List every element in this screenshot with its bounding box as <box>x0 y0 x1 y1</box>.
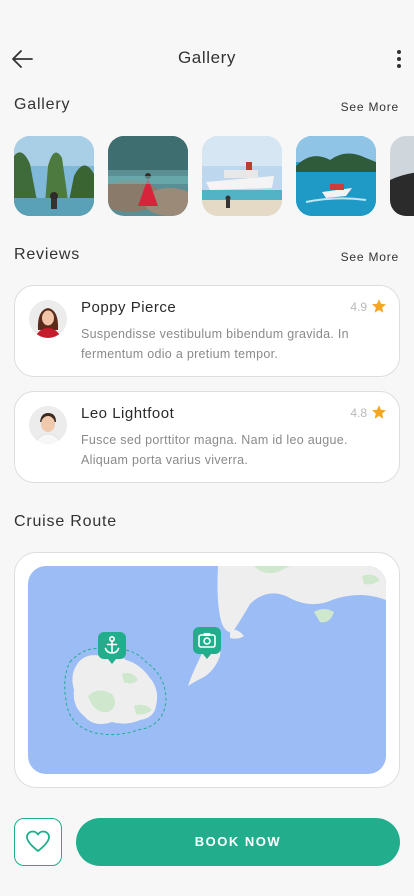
avatar <box>29 406 67 444</box>
favorite-button[interactable] <box>14 818 62 866</box>
book-now-button[interactable]: BOOK NOW <box>76 818 400 866</box>
gallery-strip[interactable] <box>14 136 414 216</box>
more-menu-button[interactable] <box>390 46 408 72</box>
avatar <box>29 300 67 338</box>
review-card[interactable]: Poppy Pierce 4.9 Suspendisse vestibulum … <box>14 285 400 377</box>
review-text: Suspendisse vestibulum bibendum gravida.… <box>81 327 349 361</box>
gallery-section-title: Gallery <box>14 96 71 113</box>
star-icon <box>372 405 386 419</box>
gallery-see-more-link[interactable]: See More <box>341 100 399 114</box>
star-icon <box>372 299 386 313</box>
reviewer-name: Leo Lightfoot <box>81 405 175 422</box>
reviews-see-more-link[interactable]: See More <box>341 250 399 264</box>
anchor-marker[interactable] <box>98 632 126 666</box>
gallery-image-2[interactable] <box>108 136 188 216</box>
cruise-route-title: Cruise Route <box>14 513 117 530</box>
gallery-image-4[interactable] <box>296 136 376 216</box>
more-vertical-icon <box>397 50 401 54</box>
camera-icon <box>193 627 221 659</box>
reviews-section-title: Reviews <box>14 246 81 263</box>
gallery-image-3[interactable] <box>202 136 282 216</box>
route-map-card <box>14 552 400 788</box>
page-title: Gallery <box>177 48 237 67</box>
review-card[interactable]: Leo Lightfoot 4.8 Fusce sed porttitor ma… <box>14 391 400 483</box>
review-text: Fusce sed porttitor magna. Nam id leo au… <box>81 433 348 467</box>
review-rating: 4.9 <box>350 300 367 314</box>
camera-marker[interactable] <box>193 627 221 661</box>
route-map[interactable] <box>28 566 386 774</box>
gallery-image-5[interactable] <box>390 136 414 216</box>
heart-icon <box>26 830 50 852</box>
review-rating: 4.8 <box>350 406 367 420</box>
anchor-icon <box>98 632 126 664</box>
top-bar: Gallery <box>0 36 414 80</box>
reviewer-name: Poppy Pierce <box>81 299 177 316</box>
gallery-image-1[interactable] <box>14 136 94 216</box>
